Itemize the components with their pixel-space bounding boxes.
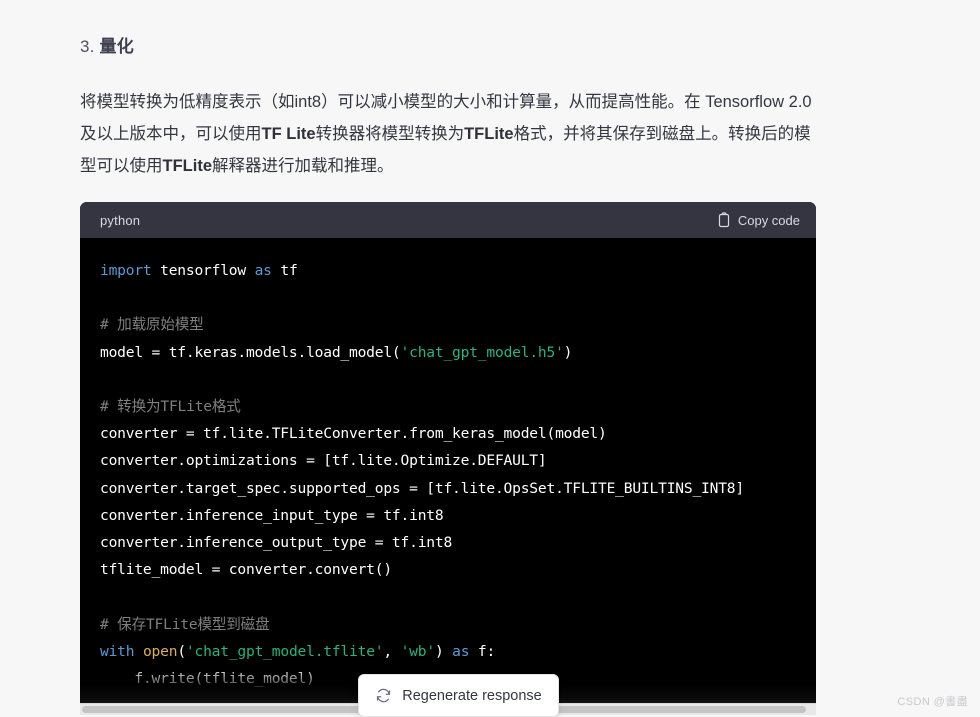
code-block-header: python Copy code — [80, 202, 816, 238]
code-token: converter.inference_input_type = tf.int8 — [100, 506, 444, 524]
code-token: import — [100, 262, 152, 279]
code-token: # 加载原始模型 — [100, 316, 204, 334]
paragraph-emph-tflite-2: TFLite — [464, 125, 514, 143]
code-language-label: python — [100, 212, 141, 228]
answer-page: 3. 量化 将模型转换为低精度表示（如int8）可以减小模型的大小和计算量，从而… — [0, 0, 980, 717]
code-block: python Copy code import tensorflow as tf… — [80, 202, 816, 715]
code-token: , — [383, 642, 401, 660]
refresh-icon — [375, 687, 392, 704]
regenerate-response-label: Regenerate response — [402, 687, 542, 704]
code-text: import tensorflow as tf # 加载原始模型 model =… — [80, 238, 816, 692]
watermark: CSDN @書盡 — [897, 696, 968, 708]
paragraph-emph-tflite-1: TF Lite — [261, 125, 316, 143]
code-token: 'chat_gpt_model.tflite' — [185, 642, 384, 660]
body-paragraph: 将模型转换为低精度表示（如int8）可以减小模型的大小和计算量，从而提高性能。在… — [80, 86, 815, 182]
code-token: as — [452, 642, 470, 660]
paragraph-emph-tflite-3: TFLite — [162, 157, 213, 175]
heading-text: 量化 — [99, 37, 134, 56]
code-token: f: — [469, 642, 496, 660]
code-token: # 转换为TFLite格式 — [100, 398, 241, 416]
paragraph-line-1: 将模型转换为低精度表示（如int8）可以减小模型的大小和计算量，从而提高性能。在 — [80, 93, 701, 111]
code-token: ) — [434, 642, 453, 660]
code-token: model = tf.keras.models.load_model( — [100, 343, 401, 361]
heading-number: 3. — [80, 37, 95, 56]
code-token: converter.optimizations = [tf.lite.Optim… — [100, 452, 547, 470]
copy-code-label: Copy code — [737, 212, 800, 228]
paragraph-line-3c: 解释器进行加载和推理。 — [212, 157, 394, 175]
page-title: 3. 量化 — [80, 32, 134, 57]
code-token: tf — [271, 262, 298, 279]
code-token: as — [254, 262, 272, 279]
code-token: # 保存TFLite模型到磁盘 — [100, 615, 270, 633]
code-token: converter = tf.lite.TFLiteConverter.from… — [100, 425, 607, 443]
code-token: 'wb' — [400, 642, 436, 660]
code-token: converter.inference_output_type = tf.int… — [100, 534, 453, 552]
code-token: f.write(tflite_model) — [100, 670, 315, 688]
copy-code-button[interactable]: Copy code — [717, 212, 800, 228]
code-token: converter.target_spec.supported_ops = [t… — [100, 479, 744, 497]
code-token: 'chat_gpt_model.h5' — [400, 343, 564, 361]
code-token: with — [100, 642, 135, 660]
code-body[interactable]: import tensorflow as tf # 加载原始模型 model =… — [80, 238, 816, 715]
code-token: tensorflow — [151, 262, 255, 279]
code-token: tflite_model = converter.convert() — [100, 561, 392, 579]
clipboard-icon — [717, 212, 731, 228]
paragraph-line-2c: 转换器将模型转换为 — [315, 125, 465, 143]
code-token: ( — [177, 642, 186, 660]
code-token: open — [142, 642, 178, 660]
regenerate-response-button[interactable]: Regenerate response — [358, 674, 559, 717]
paragraph-line-2e: 格式，并将其保存 — [513, 125, 646, 143]
code-token: ) — [563, 343, 573, 361]
